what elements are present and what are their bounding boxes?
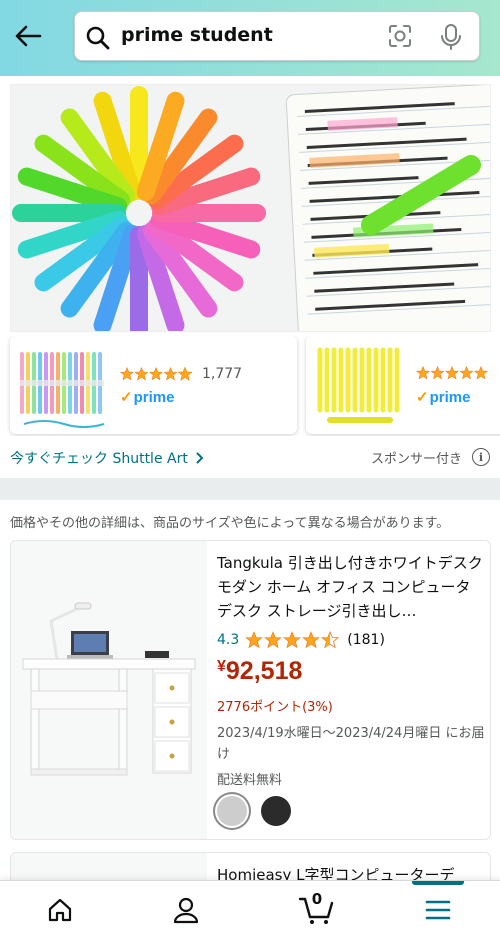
nav-home[interactable] <box>20 881 100 938</box>
product-thumbnail <box>310 340 408 430</box>
bottom-navigation: 0 <box>0 880 500 938</box>
star-rating-icon <box>416 366 488 380</box>
prime-badge: ✓prime <box>416 388 470 406</box>
back-arrow-icon <box>15 25 42 47</box>
sponsored-hero-image[interactable] <box>10 84 491 332</box>
search-results: 価格やその他の詳細は、商品のサイズや色によって異なる場合があります。 Tangk… <box>0 500 500 912</box>
rating-count: (181) <box>347 632 385 648</box>
prime-check-icon: ✓ <box>416 389 429 406</box>
sponsored-product-carousel: 1,777 ✓prime ✓prime <box>0 336 500 436</box>
top-search-header: prime student <box>0 0 500 76</box>
result-details: Tangkula 引き出し付きホワイトデスク モダン ホーム オフィス コンピュ… <box>217 551 485 826</box>
star-rating-icon <box>120 367 192 381</box>
shop-brand-link[interactable]: 今すぐチェック Shuttle Art <box>10 448 204 468</box>
rating-value: 4.3 <box>217 632 240 648</box>
price-disclaimer: 価格やその他の詳細は、商品のサイズや色によって異なる場合があります。 <box>10 516 450 531</box>
product-title[interactable]: Tangkula 引き出し付きホワイトデスク モダン ホーム オフィス コンピュ… <box>217 551 485 623</box>
search-icon <box>86 26 110 50</box>
sponsored-label: スポンサー付き <box>370 452 462 467</box>
home-icon <box>48 898 72 922</box>
nav-account[interactable] <box>146 881 226 938</box>
color-swatch-black[interactable] <box>261 796 291 826</box>
currency-symbol: ¥ <box>217 658 226 675</box>
shop-brand-link-label: 今すぐチェック Shuttle Art <box>10 451 188 467</box>
color-swatch-gray[interactable] <box>217 796 247 826</box>
hamburger-menu-icon <box>425 900 451 920</box>
product-image[interactable] <box>11 541 207 839</box>
price-value: 92,518 <box>225 657 303 685</box>
star-rating-icon <box>245 631 340 649</box>
result-card[interactable]: Tangkula 引き出し付きホワイトデスク モダン ホーム オフィス コンピュ… <box>10 540 491 840</box>
points-earned: 2776ポイント(3%) <box>217 700 333 715</box>
prime-label: prime <box>133 389 175 406</box>
nav-cart[interactable]: 0 <box>276 881 356 938</box>
cart-count-badge: 0 <box>311 890 323 908</box>
search-query-text: prime student <box>121 24 273 46</box>
active-tab-indicator <box>412 881 464 885</box>
camera-search-icon[interactable] <box>387 23 413 49</box>
sponsored-product-card[interactable]: 1,777 ✓prime <box>10 336 297 434</box>
prime-check-icon: ✓ <box>120 389 133 406</box>
nav-menu[interactable] <box>398 881 478 938</box>
prime-badge: ✓prime <box>120 388 174 406</box>
free-shipping-label: 配送料無料 <box>217 773 283 788</box>
product-thumbnail <box>14 340 112 430</box>
product-rating[interactable]: 4.3 (181) <box>217 631 485 649</box>
user-icon <box>173 897 199 924</box>
rating-stars <box>120 367 192 381</box>
sponsored-product-card[interactable]: ✓prime <box>306 336 500 434</box>
chevron-right-icon <box>196 452 204 464</box>
product-rating <box>416 366 488 380</box>
rating-stars <box>416 366 488 380</box>
sponsored-brand-ad: 1,777 ✓prime ✓prime 今すぐチェック Shuttle Art … <box>0 76 500 478</box>
delivery-date: 2023/4/19水曜日～2023/4/24月曜日 にお届け <box>217 726 485 762</box>
product-rating: 1,777 <box>120 366 242 382</box>
product-price: ¥92,518 <box>217 657 485 686</box>
back-button[interactable] <box>12 20 44 52</box>
microphone-icon[interactable] <box>439 23 463 51</box>
white-desk-image <box>11 541 207 839</box>
highlighter-pens-illustration <box>11 85 490 331</box>
rating-count: 1,777 <box>202 366 243 382</box>
info-icon[interactable]: i <box>472 448 490 466</box>
search-input[interactable]: prime student <box>74 11 480 61</box>
prime-label: prime <box>429 389 471 406</box>
color-swatches <box>217 796 485 826</box>
